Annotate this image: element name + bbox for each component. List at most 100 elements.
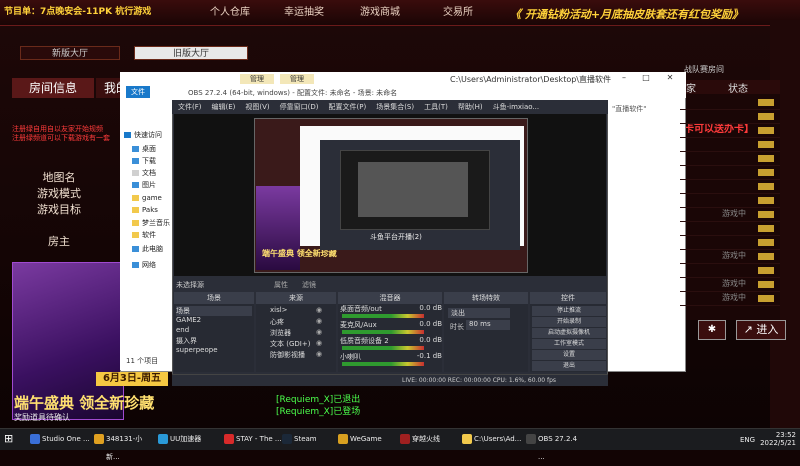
volume-meter[interactable] [342, 346, 424, 350]
scene-item[interactable]: end [176, 326, 252, 336]
nav-exchange[interactable]: 交易所 [424, 4, 492, 22]
control-button-1[interactable]: 开始录制 [532, 317, 606, 327]
nav-item-10[interactable]: 网络 [132, 260, 156, 270]
nav-personal-storage[interactable]: 个人仓库 [196, 4, 264, 22]
scene-item[interactable]: 摄入界 [176, 336, 252, 346]
room-row[interactable] [680, 194, 780, 208]
taskbar-app[interactable]: OBS 27.2.4 ... [524, 430, 586, 461]
nav-item-3[interactable]: 文档 [132, 168, 156, 178]
visibility-icon[interactable]: ◉ [316, 350, 322, 358]
room-row[interactable] [680, 166, 780, 180]
file-tab[interactable]: 文件 [126, 86, 150, 98]
mixer-channel-db: 0.0 dB [419, 304, 442, 312]
close-icon[interactable]: ✕ [664, 73, 676, 83]
control-button-4[interactable]: 设置 [532, 350, 606, 360]
nav-item-9[interactable]: 此电脑 [132, 244, 163, 254]
source-item[interactable]: xisl> ◉ [270, 306, 334, 316]
taskbar-app[interactable]: UU加速器 [156, 430, 218, 448]
room-row[interactable] [680, 152, 780, 166]
filters-button[interactable]: 滤镜 [302, 280, 316, 290]
settings-gear-button[interactable]: ✱ [698, 320, 726, 340]
minimize-icon[interactable]: – [618, 73, 630, 83]
nav-item-1[interactable]: 桌面 [132, 144, 156, 154]
visibility-icon[interactable]: ◉ [316, 328, 322, 336]
control-button-3[interactable]: 工作室模式 [532, 339, 606, 349]
enter-room-button[interactable]: ↗ 进入 [736, 320, 786, 340]
room-row[interactable]: 游戏中 [680, 250, 780, 264]
taskbar-app[interactable]: WeGame [336, 430, 398, 448]
volume-meter[interactable] [342, 362, 424, 366]
explorer-status: 11 个项目 [126, 357, 159, 365]
maximize-icon[interactable]: □ [640, 73, 652, 83]
nav-game-store[interactable]: 游戏商城 [346, 4, 414, 22]
transition-select[interactable]: 淡出 [448, 308, 510, 318]
scene-item[interactable]: 场景 [176, 306, 252, 316]
nav-item-2[interactable]: 下载 [132, 156, 156, 166]
duration-input[interactable]: 80 ms [466, 320, 510, 330]
nav-item-0[interactable]: 快速访问 [124, 130, 162, 140]
room-row[interactable] [680, 96, 780, 110]
taskbar-app[interactable]: C:\Users\Ad... [460, 430, 522, 448]
control-button-0[interactable]: 停止推流 [532, 306, 606, 316]
room-badge-icon [758, 99, 774, 106]
ribbon-manage-tab[interactable]: 管理 [240, 74, 274, 84]
scene-item[interactable]: GAME2 [176, 316, 252, 326]
obs-menu-item[interactable]: 场景集合(S) [376, 103, 414, 111]
room-row[interactable] [680, 124, 780, 138]
taskbar-app[interactable]: 348131-小新... [92, 430, 154, 461]
taskbar-app[interactable]: STAY - The ... [222, 430, 284, 448]
nav-item-8[interactable]: 软件 [132, 230, 156, 240]
visibility-icon[interactable]: ◉ [316, 339, 322, 347]
room-row[interactable]: 游戏中 [680, 208, 780, 222]
source-item[interactable]: 心疼 ◉ [270, 317, 334, 327]
control-button-2[interactable]: 启动虚拟摄像机 [532, 328, 606, 338]
room-badge-icon [758, 113, 774, 120]
nav-item-5[interactable]: game [132, 194, 162, 204]
visibility-icon[interactable]: ◉ [316, 317, 322, 325]
room-list-header: 家 状态 [680, 80, 780, 95]
obs-menu-item[interactable]: 编辑(E) [212, 103, 236, 111]
nav-item-6[interactable]: Paks [132, 206, 158, 216]
nav-item-4[interactable]: 图片 [132, 180, 156, 190]
taskbar-app[interactable]: 穿越火线 [398, 430, 460, 448]
nav-lucky-draw[interactable]: 幸运抽奖 [270, 4, 338, 22]
taskbar-app[interactable]: Steam [280, 430, 342, 448]
obs-menu-item[interactable]: 视图(V) [245, 103, 269, 111]
room-row[interactable] [680, 110, 780, 124]
room-row[interactable]: 游戏中 [680, 278, 780, 292]
room-badge-icon [758, 225, 774, 232]
obs-menu-item[interactable]: 配置文件(P) [329, 103, 367, 111]
room-row[interactable] [680, 138, 780, 152]
control-button-5[interactable]: 退出 [532, 361, 606, 371]
tab-room-info[interactable]: 房间信息 [12, 78, 94, 98]
obs-menu-item[interactable]: 帮助(H) [458, 103, 483, 111]
room-row[interactable] [680, 222, 780, 236]
room-row[interactable]: 游戏中 [680, 292, 780, 306]
obs-menu-item[interactable]: 工具(T) [424, 103, 448, 111]
room-row[interactable] [680, 264, 780, 278]
poster-title: 端午盛典 领全新珍藏 [14, 394, 155, 412]
taskbar-app[interactable]: Studio One ... [28, 430, 90, 448]
dock-title-sources: 来源 [256, 292, 336, 304]
obs-menu-item[interactable]: 斗鱼-imxiao... [493, 103, 540, 111]
source-item[interactable]: 浏览器 ◉ [270, 328, 334, 338]
source-item[interactable]: 文本 (GDI+) ◉ [270, 339, 334, 349]
start-icon[interactable]: ⊞ [4, 432, 16, 445]
volume-meter[interactable] [342, 314, 424, 318]
volume-meter[interactable] [342, 330, 424, 334]
scene-item[interactable]: superpeope [176, 346, 252, 356]
room-row[interactable] [680, 180, 780, 194]
source-item[interactable]: 防御影视播 ◉ [270, 350, 334, 360]
ribbon-manage-tab-2[interactable]: 管理 [280, 74, 314, 84]
nav-item-7[interactable]: 梦兰音乐 [132, 218, 170, 228]
visibility-icon[interactable]: ◉ [316, 306, 322, 314]
properties-button[interactable]: 属性 [274, 280, 288, 290]
obs-menu-item[interactable]: 停靠窗口(D) [280, 103, 319, 111]
room-row[interactable] [680, 236, 780, 250]
taskbar-app-label: UU加速器 [170, 435, 202, 443]
input-language[interactable]: ENG [740, 436, 755, 444]
obs-menu-item[interactable]: 文件(F) [178, 103, 202, 111]
old-lobby-button[interactable]: 旧版大厅 [134, 46, 248, 60]
new-lobby-button[interactable]: 新版大厅 [20, 46, 120, 60]
system-clock[interactable]: 23:52 2022/5/21 [756, 431, 796, 447]
